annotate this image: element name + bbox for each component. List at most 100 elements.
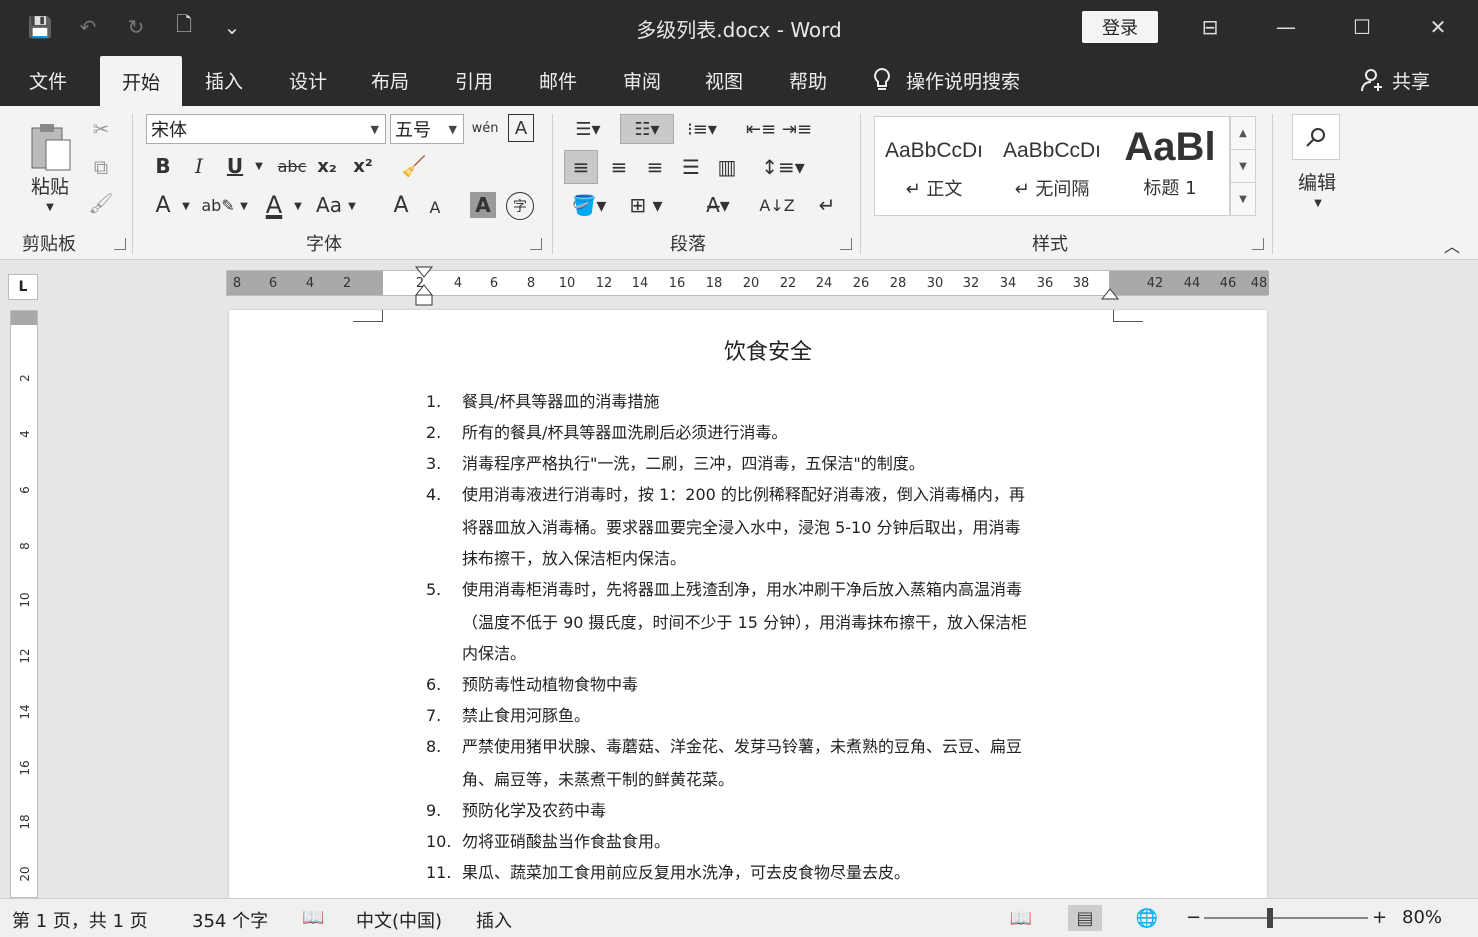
editing-button[interactable]: 编辑 [1290,168,1344,194]
character-shading-button[interactable]: A [470,192,496,218]
horizontal-ruler[interactable]: 8 6 4 2 2 4 6 8 10 12 14 16 18 20 22 24 … [226,266,1269,306]
clear-formatting-icon[interactable]: 🧹 [398,150,430,182]
tab-references[interactable]: 引用 [440,54,508,106]
format-painter-icon[interactable]: 🖌 [88,190,114,216]
indent-marker-icon[interactable] [413,265,435,311]
ribbon-display-options-icon[interactable]: ⊟ [1180,8,1240,46]
sort-icon[interactable]: A↓Z [759,190,794,220]
chevron-down-icon[interactable]: ▼ [238,196,250,216]
maximize-icon[interactable]: ☐ [1332,8,1392,46]
align-right-icon[interactable]: ≡ [638,150,672,184]
font-color-button[interactable]: A [258,190,290,220]
minimize-icon[interactable]: — [1256,8,1316,46]
styles-gallery: AaBbCcDı ↵ 正文 AaBbCcDı ↵ 无间隔 AaBl 标题 1 [874,116,1230,216]
paste-label[interactable]: 粘贴 [26,174,74,198]
tab-insert[interactable]: 插入 [190,54,258,106]
multilevel-list-icon[interactable]: ⁝≡▾ [678,114,726,144]
search-icon[interactable] [1292,114,1340,160]
font-size-combo[interactable]: 五号 ▼ [390,114,464,144]
bold-button[interactable]: B [150,152,176,180]
list-text: （温度不低于 90 摄氏度，时间不少于 15 分钟），用消毒抹布擦干，放入保洁柜 [462,613,1028,632]
proofing-icon[interactable]: 📖 [302,907,324,928]
align-left-icon[interactable]: ≡ [564,150,598,184]
web-layout-icon[interactable]: 🌐 [1130,905,1164,931]
chevron-down-icon[interactable]: ▼ [346,196,358,216]
print-layout-icon[interactable]: ▤ [1068,905,1102,931]
grow-font-button[interactable]: A [386,190,416,220]
scroll-up-icon[interactable]: ▲ [1231,117,1255,150]
font-launcher-icon[interactable] [530,238,542,250]
zoom-in-icon[interactable]: + [1372,907,1387,928]
scroll-down-icon[interactable]: ▼ [1231,150,1255,183]
increase-indent-icon[interactable]: ⇥≡ [780,114,814,144]
style-no-spacing[interactable]: AaBbCcDı ↵ 无间隔 [993,117,1111,217]
tab-review[interactable]: 审阅 [608,54,676,106]
italic-button[interactable]: I [186,152,212,180]
subscript-button[interactable]: x₂ [314,152,340,180]
font-name-combo[interactable]: 宋体 ▼ [146,114,386,144]
borders-icon[interactable]: ⊞ ▾ [620,190,672,220]
login-button[interactable]: 登录 [1082,11,1158,43]
paragraph-launcher-icon[interactable] [840,238,852,250]
chinese-layout-icon[interactable]: A̶▾ [694,190,742,220]
insert-mode[interactable]: 插入 [476,907,512,933]
clipboard-launcher-icon[interactable] [114,238,126,250]
line-spacing-icon[interactable]: ↕≡▾ [758,150,808,184]
tab-layout[interactable]: 布局 [356,54,424,106]
phonetic-guide-icon[interactable]: wén [470,112,500,144]
styles-launcher-icon[interactable] [1252,238,1264,250]
paste-icon[interactable] [22,120,78,176]
list-item: 3. 消毒程序严格执行"一洗，二刷，三冲，四消毒，五保洁"的制度。 [426,450,925,474]
text-effects-button[interactable]: A [148,190,178,220]
zoom-level[interactable]: 80% [1402,907,1442,928]
right-indent-marker-icon[interactable] [1099,279,1121,303]
decrease-indent-icon[interactable]: ⇤≡ [744,114,778,144]
bullets-icon[interactable]: ☰▾ [564,114,612,144]
cut-icon[interactable]: ✂ [88,116,114,142]
distributed-icon[interactable]: ▥ [710,150,744,184]
zoom-slider-thumb[interactable] [1266,908,1273,928]
justify-icon[interactable]: ☰ [674,150,708,184]
numbering-icon[interactable]: ☷▾ [620,114,674,144]
zoom-out-icon[interactable]: − [1186,907,1201,928]
language-indicator[interactable]: 中文(中国) [356,907,442,933]
tab-selector[interactable]: L [8,274,38,300]
enclose-characters-button[interactable]: 字 [506,192,534,220]
close-icon[interactable]: ✕ [1408,8,1468,46]
document-page[interactable]: 饮食安全 1. 餐具/杯具等器皿的消毒措施 2. 所有的餐具/杯具等器皿洗刷后必须进… [229,310,1267,898]
chevron-down-icon[interactable]: ▼ [292,196,304,216]
align-center-icon[interactable]: ≡ [602,150,636,184]
zoom-slider[interactable] [1204,917,1368,919]
tab-help[interactable]: 帮助 [774,54,842,106]
shrink-font-button[interactable]: A [422,194,448,220]
character-border-icon[interactable]: A [508,114,534,142]
collapse-ribbon-icon[interactable]: ︿ [1440,236,1464,256]
paste-dropdown-icon[interactable]: ▼ [40,200,60,214]
chevron-down-icon[interactable]: ▼ [252,156,266,176]
underline-button[interactable]: U [222,152,248,180]
vertical-ruler[interactable]: 2 4 6 8 10 12 14 16 18 20 [10,310,38,898]
tab-design[interactable]: 设计 [274,54,342,106]
shading-icon[interactable]: 🪣▾ [564,190,614,220]
share-button[interactable]: 共享 [1360,54,1430,106]
chevron-down-icon[interactable]: ▼ [180,196,192,216]
read-mode-icon[interactable]: 📖 [1004,905,1038,931]
show-marks-icon[interactable]: ↵ [812,190,842,220]
change-case-button[interactable]: Aa [312,190,346,220]
page-count[interactable]: 第 1 页，共 1 页 [12,907,148,933]
tab-file[interactable]: 文件 [12,54,84,106]
copy-icon[interactable]: ⧉ [88,154,114,180]
more-styles-icon[interactable]: ▼ [1231,183,1255,216]
tell-me-search[interactable]: 操作说明搜索 [872,54,1020,106]
chevron-down-icon[interactable]: ▼ [1308,196,1328,210]
style-heading-1[interactable]: AaBl 标题 1 [1111,117,1229,217]
word-count[interactable]: 354 个字 [192,907,268,933]
strikethrough-button[interactable]: abc [274,152,310,180]
style-normal[interactable]: AaBbCcDı ↵ 正文 [875,117,993,217]
tab-view[interactable]: 视图 [690,54,758,106]
list-text: 将器皿放入消毒桶。要求器皿要完全浸入水中，浸泡 5-10 分钟后取出，用消毒 [462,518,1021,537]
tab-mailings[interactable]: 邮件 [524,54,592,106]
superscript-button[interactable]: x² [350,152,376,180]
tab-home[interactable]: 开始 [100,56,182,106]
highlight-icon[interactable]: ab✎ [200,190,236,220]
